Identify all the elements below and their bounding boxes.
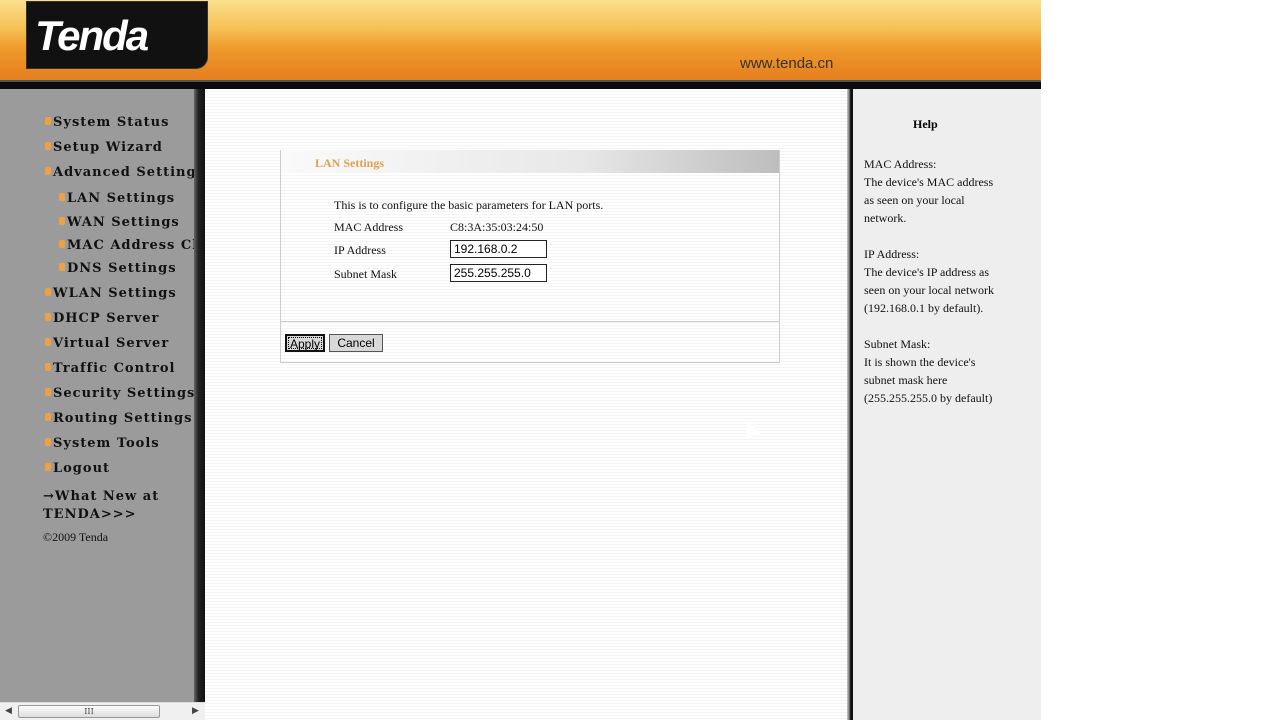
sidebar-item-dhcp-server[interactable]: DHCP Server [45,311,160,326]
sidebar-item-logout[interactable]: Logout [45,461,111,476]
help-title: Help [913,117,938,131]
whats-new-line1: →What New at [43,489,160,504]
header-divider [0,80,1041,89]
separator [281,321,779,322]
apply-button[interactable]: Apply [285,334,325,352]
bullet-icon [45,167,51,175]
bullet-icon [45,363,51,371]
sidebar-divider [194,89,205,720]
sidebar-item-label: System Status [53,115,170,130]
sidebar-item-system-tools[interactable]: System Tools [45,436,160,451]
sidebar-item-wlan-settings[interactable]: WLAN Settings [45,286,177,301]
bullet-icon [45,117,51,125]
sidebar-item-label: Routing Settings [53,411,193,426]
subnet-mask-input[interactable]: 255.255.255.0 [450,264,547,282]
sidebar-item-traffic-control[interactable]: Traffic Control [45,361,176,376]
whats-new-link[interactable]: →What New at TENDA>>> [43,488,159,524]
bullet-icon [59,263,65,271]
bullet-icon [45,338,51,346]
bullet-icon [45,313,51,321]
sidebar-item-label: DHCP Server [53,311,160,326]
sidebar-item-label: Traffic Control [53,361,176,376]
bullet-icon [45,463,51,471]
sidebar-item-label: Setup Wizard [53,140,163,155]
bullet-icon [45,413,51,421]
scroll-right-icon[interactable]: ▶ [192,706,199,716]
sidebar-item-lan-settings[interactable]: LAN Settings [59,191,176,206]
panel-title: LAN Settings [281,150,779,173]
cancel-button[interactable]: Cancel [329,334,383,352]
ip-label: IP Address [334,243,386,257]
sidebar-item-routing-settings[interactable]: Routing Settings [45,411,193,426]
sidebar-item-label: System Tools [53,436,160,451]
sidebar-item-dns-settings[interactable]: DNS Settings [59,261,177,276]
bullet-icon [45,142,51,150]
description: This is to configure the basic parameter… [334,198,604,212]
bullet-icon [59,193,65,201]
sidebar-item-label: LAN Settings [67,191,176,206]
help-mask: Subnet Mask: It is shown the device's su… [864,337,993,405]
sidebar-item-setup-wizard[interactable]: Setup Wizard [45,140,163,155]
lan-settings-panel: LAN Settings This is to configure the ba… [280,150,780,363]
bullet-icon [59,217,65,225]
help-mac: MAC Address: The device's MAC address as… [864,157,994,225]
sidebar-item-label: Logout [53,461,111,476]
sidebar-item-label: DNS Settings [67,261,177,276]
help-ip: IP Address: The device's IP address as s… [864,247,994,315]
tenda-logo: Tenda [26,1,208,69]
help-panel: Help MAC Address: The device's MAC addre… [853,89,1041,720]
sidebar-item-label: Virtual Server [53,336,170,351]
sidebar-item-security-settings[interactable]: Security Settings [45,386,196,401]
ip-address-input[interactable]: 192.168.0.2 [450,240,547,258]
bullet-icon [45,288,51,296]
sidebar-item-system-status[interactable]: System Status [45,115,170,130]
mac-label: MAC Address [334,220,404,234]
sidebar-item-label: WLAN Settings [53,286,177,301]
bullet-icon [59,240,65,248]
mac-value: C8:3A:35:03:24:50 [450,220,544,234]
sidebar-item-label: Advanced Settings [53,165,205,180]
copyright: ©2009 Tenda [43,530,109,544]
bullet-icon [45,438,51,446]
subnet-label: Subnet Mask [334,267,397,281]
scroll-thumb[interactable]: III [18,705,160,718]
website-url: www.tenda.cn [740,55,834,72]
sidebar-item-advanced-settings[interactable]: Advanced Settings [45,165,205,180]
header: Tenda www.tenda.cn [0,0,1041,80]
sidebar-item-virtual-server[interactable]: Virtual Server [45,336,170,351]
bullet-icon [45,388,51,396]
whats-new-line2: TENDA>>> [43,507,137,522]
sidebar-item-label: Security Settings [53,386,196,401]
sidebar-item-wan-settings[interactable]: WAN Settings [59,215,180,230]
sidebar-item-label: WAN Settings [67,215,180,230]
scroll-left-icon[interactable]: ◀ [5,706,12,716]
horizontal-scrollbar[interactable]: ◀ III ▶ [0,702,205,720]
